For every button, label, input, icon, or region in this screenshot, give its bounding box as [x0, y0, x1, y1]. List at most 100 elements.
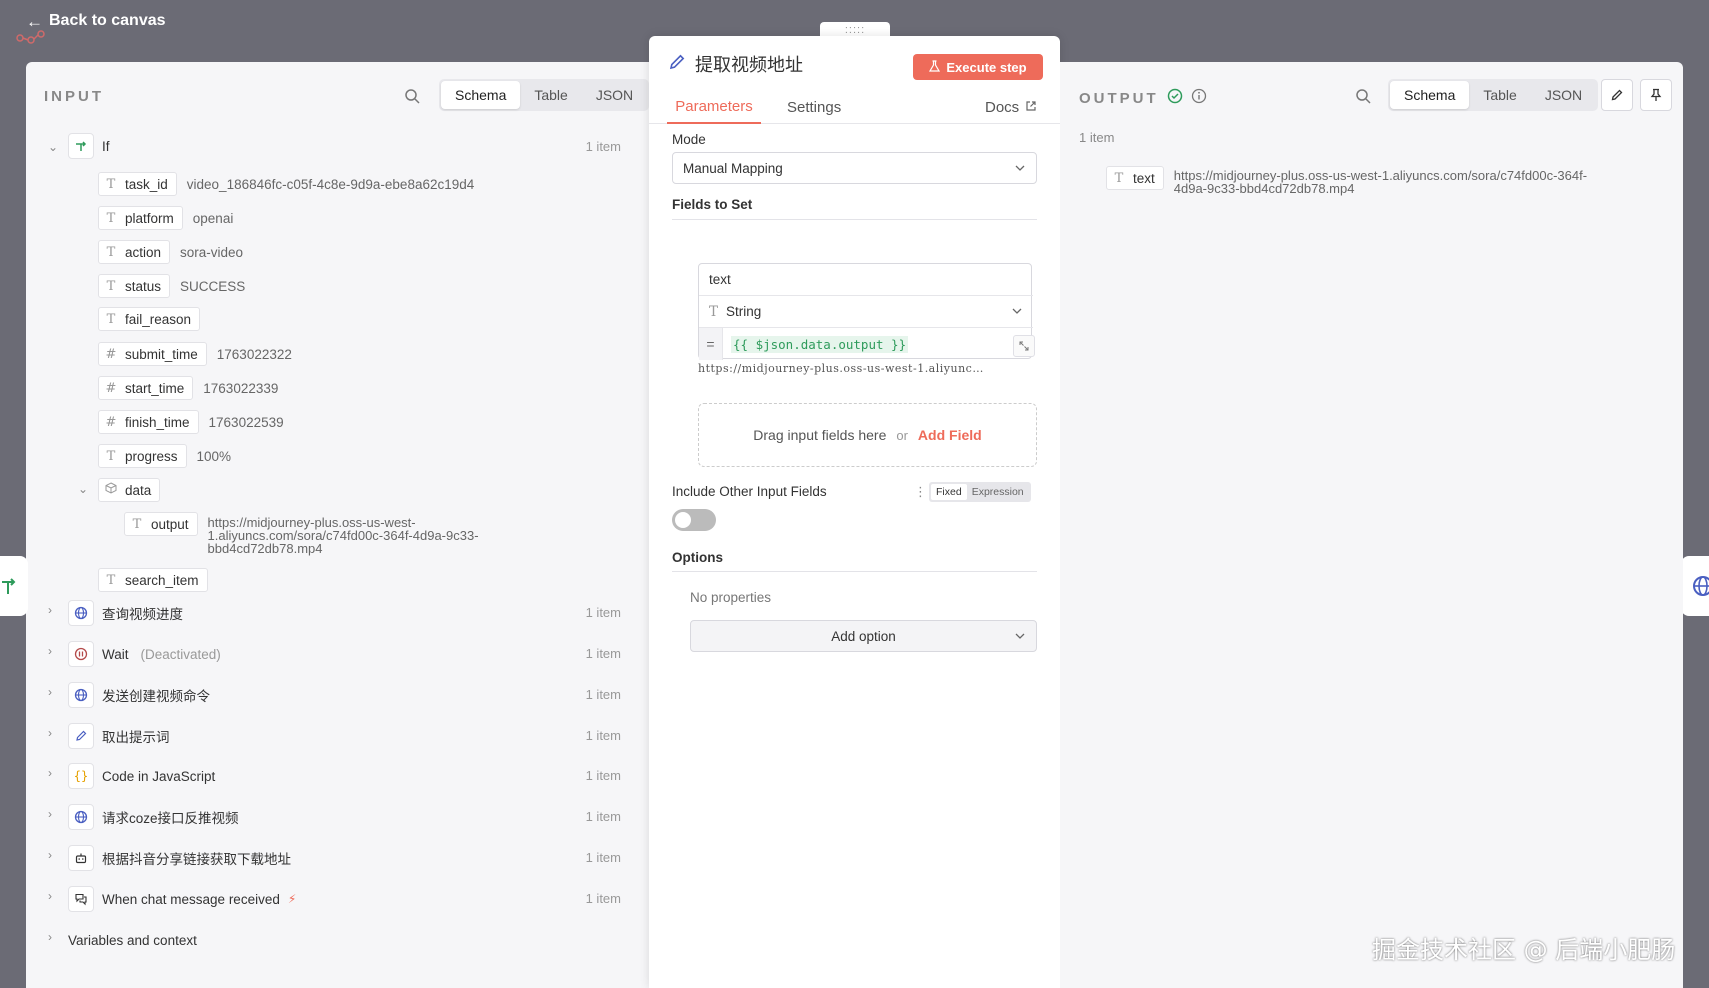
include-other-fields-switch[interactable]: [672, 509, 716, 531]
field-name: platform: [125, 210, 174, 226]
chevron-right-icon[interactable]: ›: [48, 848, 52, 862]
field-chip[interactable]: data: [98, 478, 161, 502]
tab-schema[interactable]: Schema: [441, 81, 521, 109]
assignment-type-select[interactable]: T String: [699, 296, 1033, 328]
tab-json[interactable]: JSON: [1531, 81, 1596, 109]
execute-step-button[interactable]: Execute step: [913, 54, 1043, 80]
output-field-row[interactable]: Ttext https://midjourney-plus.oss-us-wes…: [1106, 166, 1644, 195]
mode-value: Manual Mapping: [683, 160, 783, 176]
node-row[interactable]: Wait (Deactivated): [68, 641, 221, 667]
text-type-icon: T: [1114, 170, 1124, 186]
node-label: If: [102, 138, 110, 154]
watermark: 掘金技术社区 @ 后端小肥肠: [1372, 936, 1676, 964]
mode-select[interactable]: Manual Mapping: [672, 152, 1037, 184]
field-row[interactable]: Tsearch_item: [98, 568, 208, 592]
field-name: search_item: [125, 572, 199, 588]
search-icon[interactable]: [404, 88, 420, 104]
field-row-data[interactable]: data: [98, 478, 161, 502]
chevron-down-icon: [1011, 305, 1023, 320]
assignment-name-input[interactable]: text: [699, 264, 1033, 296]
tab-table[interactable]: Table: [520, 81, 581, 109]
field-chip[interactable]: Tsearch_item: [98, 568, 208, 592]
tab-schema[interactable]: Schema: [1390, 81, 1470, 109]
drop-or: or: [896, 427, 908, 443]
drop-zone[interactable]: Drag input fields here or Add Field: [698, 403, 1037, 467]
branch-icon: [2, 578, 16, 594]
field-row[interactable]: Tplatform openai: [98, 206, 233, 230]
node-title[interactable]: 提取视频地址: [695, 51, 803, 77]
field-chip[interactable]: Tstatus: [98, 274, 171, 298]
field-row-output[interactable]: Toutput https://midjourney-plus.oss-us-w…: [124, 512, 479, 555]
node-row-if[interactable]: If: [68, 133, 110, 159]
edit-output-button[interactable]: [1601, 79, 1633, 111]
field-chip[interactable]: Toutput: [124, 512, 198, 536]
tab-settings[interactable]: Settings: [787, 90, 841, 124]
tab-docs[interactable]: Docs: [985, 90, 1037, 124]
node-row[interactable]: 请求coze接口反推视频: [68, 804, 239, 830]
field-chip[interactable]: # submit_time: [98, 342, 207, 366]
field-chip[interactable]: Ttask_id: [98, 172, 177, 196]
expression-code: {{ $json.data.output }}: [731, 335, 909, 353]
chevron-down-icon[interactable]: ⌄: [48, 140, 58, 154]
chevron-down-icon[interactable]: ⌄: [78, 482, 88, 496]
chevron-right-icon[interactable]: ›: [48, 726, 52, 740]
assignment-name: text: [709, 272, 731, 287]
flask-icon: [929, 59, 941, 75]
chevron-right-icon[interactable]: ›: [48, 889, 52, 903]
tab-json[interactable]: JSON: [582, 81, 647, 109]
field-chip[interactable]: Taction: [98, 240, 171, 264]
field-row[interactable]: Tfail_reason: [98, 307, 210, 331]
expand-expression-button[interactable]: [1013, 335, 1035, 357]
node-row[interactable]: 查询视频进度: [68, 600, 183, 626]
prev-node-tab[interactable]: [0, 556, 28, 616]
parameters-panel: 提取视频地址 Execute step Parameters Settings …: [649, 36, 1060, 988]
pencil-icon: [667, 52, 687, 72]
node-row[interactable]: 发送创建视频命令: [68, 682, 210, 708]
node-row[interactable]: {} Code in JavaScript: [68, 763, 215, 789]
next-node-tab[interactable]: [1681, 556, 1709, 616]
field-chip[interactable]: Tprogress: [98, 444, 187, 468]
field-row[interactable]: Taction sora-video: [98, 240, 243, 264]
tab-parameters[interactable]: Parameters: [667, 90, 761, 124]
fixed-option[interactable]: Fixed: [931, 484, 967, 500]
more-options-icon[interactable]: ⋮: [914, 484, 927, 500]
field-row[interactable]: Tstatus SUCCESS: [98, 274, 245, 298]
input-panel: INPUT Schema Table JSON ⌄ If 1 item Ttas…: [26, 62, 650, 988]
field-value: 1763022322: [216, 346, 292, 362]
output-view-toggle: Schema Table JSON: [1388, 79, 1599, 111]
chevron-right-icon[interactable]: ›: [48, 930, 52, 944]
chevron-right-icon[interactable]: ›: [48, 685, 52, 699]
chevron-right-icon[interactable]: ›: [48, 807, 52, 821]
chevron-right-icon[interactable]: ›: [48, 766, 52, 780]
field-row[interactable]: # start_time 1763022339: [98, 376, 278, 400]
assignment-expression-input[interactable]: = {{ $json.data.output }}: [699, 328, 1035, 360]
search-icon[interactable]: [1355, 88, 1371, 104]
node-row[interactable]: 取出提示词: [68, 723, 170, 749]
node-row[interactable]: 根据抖音分享链接获取下载地址: [68, 845, 291, 871]
chevron-right-icon[interactable]: ›: [48, 603, 52, 617]
field-row[interactable]: Ttask_id video_186846fc-c05f-4c8e-9d9a-e…: [98, 172, 474, 196]
field-chip[interactable]: # start_time: [98, 376, 194, 400]
item-count: 1 item: [585, 605, 621, 620]
expression-option[interactable]: Expression: [967, 484, 1029, 500]
globe-icon: [68, 682, 94, 708]
add-field-link[interactable]: Add Field: [918, 427, 982, 443]
chevron-right-icon[interactable]: ›: [48, 644, 52, 658]
add-option-select[interactable]: Add option: [690, 620, 1037, 652]
field-name: action: [125, 244, 162, 260]
tab-table[interactable]: Table: [1469, 81, 1530, 109]
info-icon[interactable]: [1191, 88, 1207, 108]
variables-row[interactable]: Variables and context: [68, 928, 197, 952]
pin-output-button[interactable]: [1640, 79, 1672, 111]
field-chip[interactable]: # finish_time: [98, 410, 199, 434]
field-row[interactable]: # finish_time 1763022539: [98, 410, 284, 434]
field-name: finish_time: [125, 414, 190, 430]
node-row[interactable]: When chat message received ⚡: [68, 886, 296, 912]
field-chip[interactable]: Tfail_reason: [98, 307, 201, 331]
field-chip[interactable]: Tplatform: [98, 206, 183, 230]
field-chip[interactable]: Ttext: [1106, 166, 1164, 190]
field-row[interactable]: Tprogress 100%: [98, 444, 231, 468]
globe-icon: [1693, 576, 1709, 596]
field-row[interactable]: # submit_time 1763022322: [98, 342, 292, 366]
field-name: data: [125, 482, 152, 498]
